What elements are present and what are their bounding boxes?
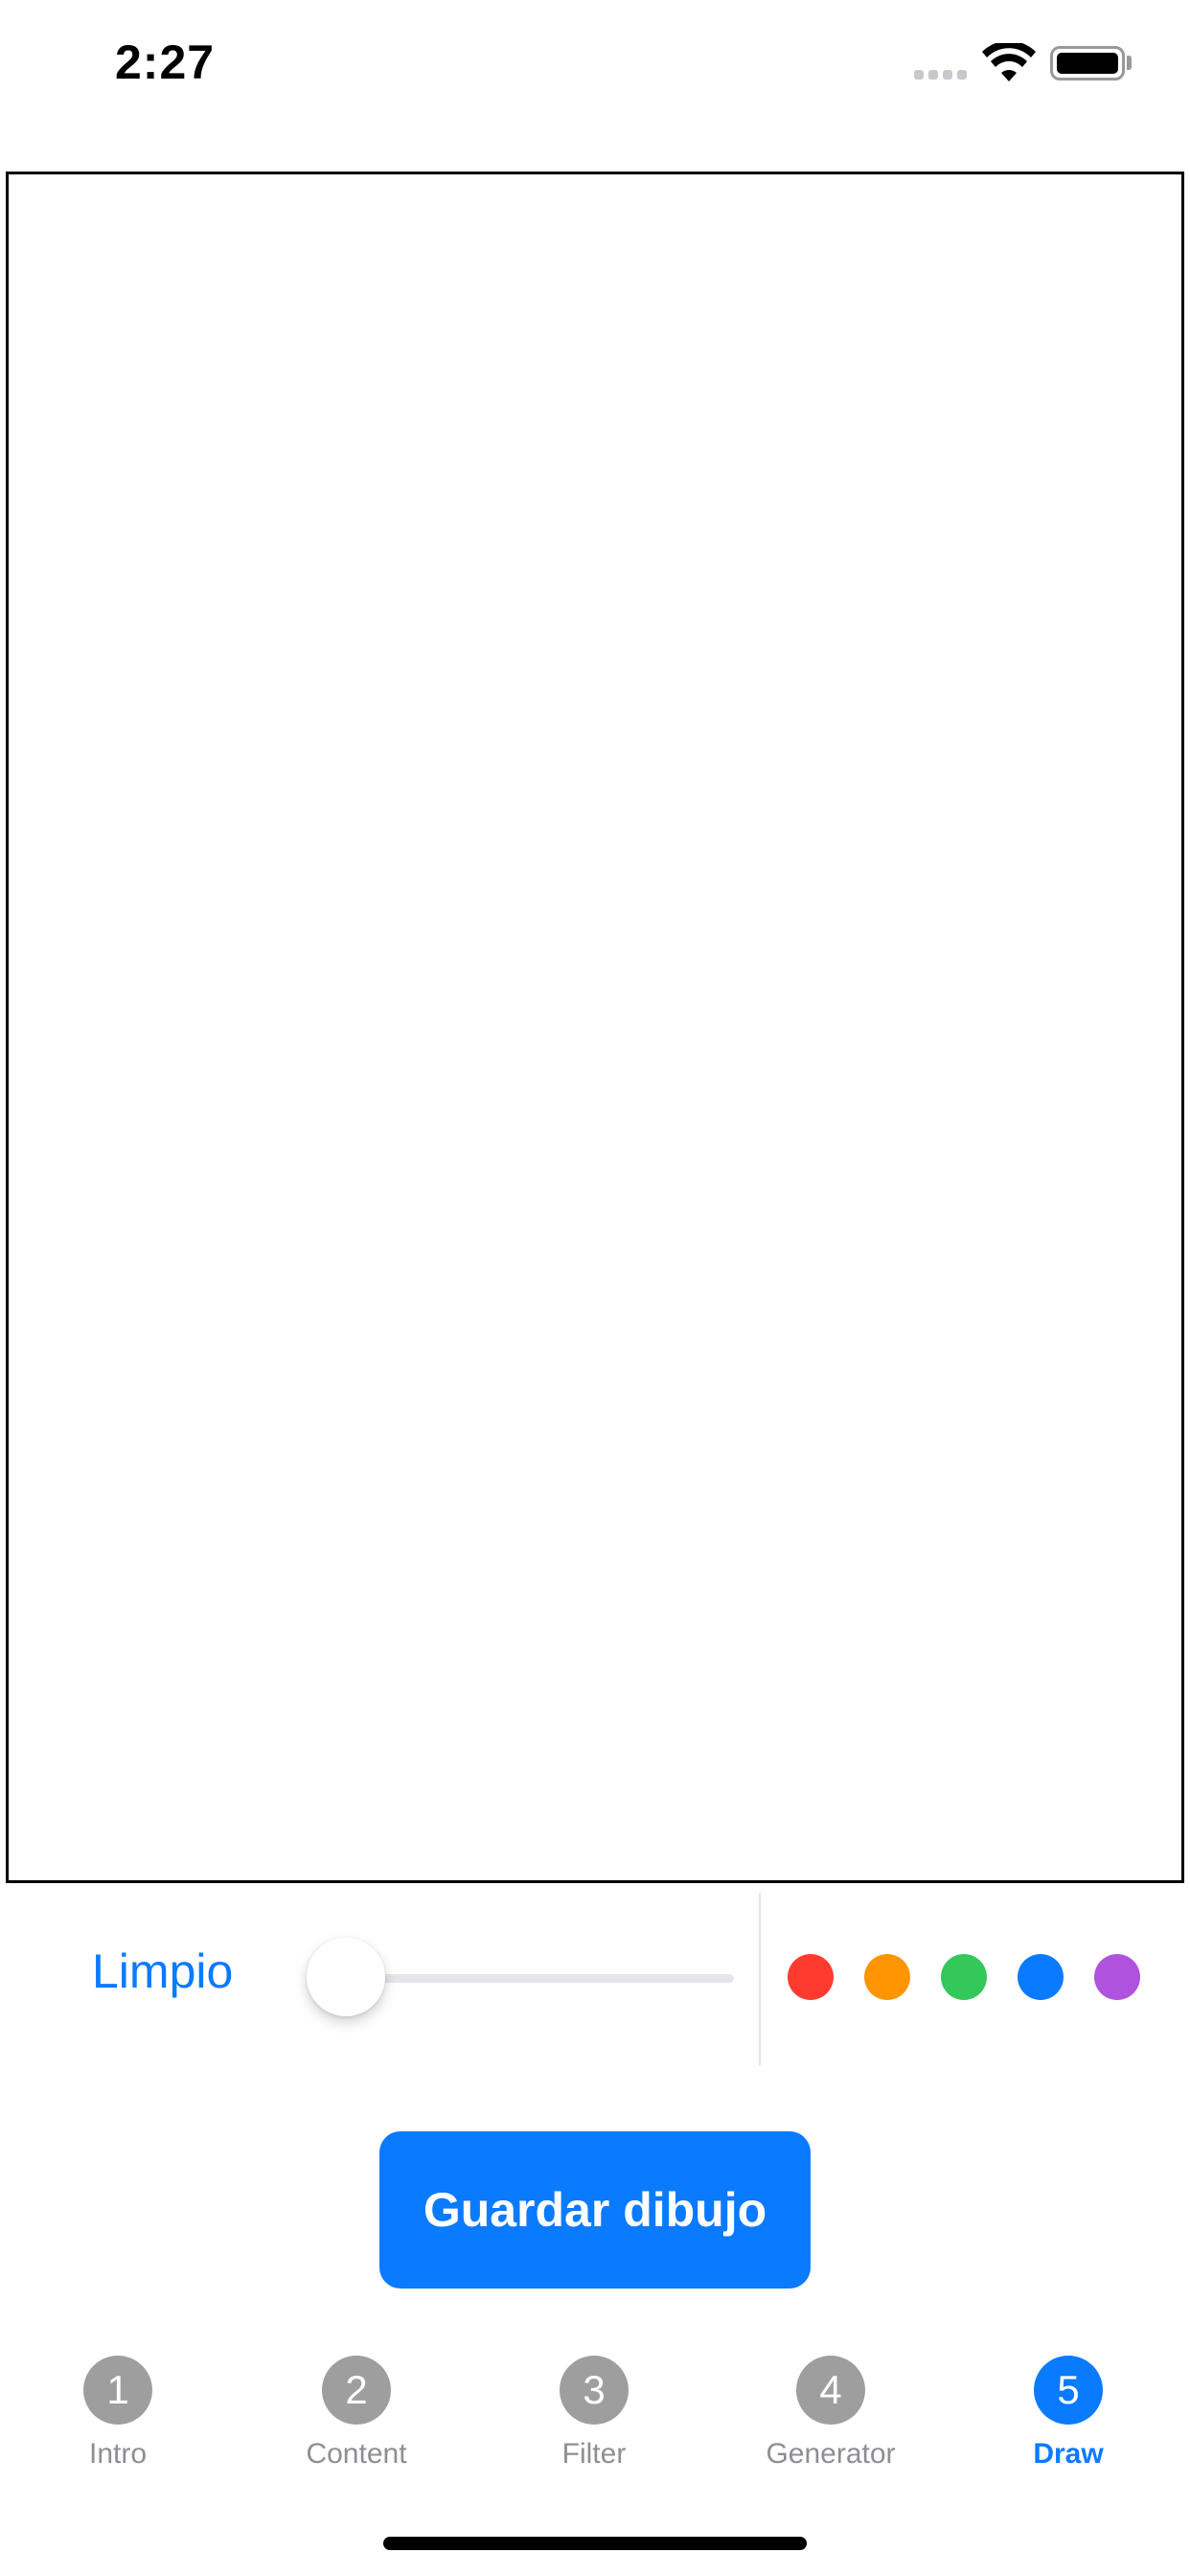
tab-generator-badge: 4 <box>796 2356 865 2425</box>
tab-filter[interactable]: 3 Filter <box>479 2356 709 2471</box>
tab-intro[interactable]: 1 Intro <box>3 2356 233 2471</box>
tab-generator[interactable]: 4 Generator <box>716 2356 946 2471</box>
battery-level <box>1057 53 1118 74</box>
tab-content-badge: 2 <box>322 2356 391 2425</box>
color-swatch-red[interactable] <box>788 1954 834 2000</box>
cellular-signal-icon <box>914 70 968 80</box>
tab-draw-badge: 5 <box>1034 2356 1103 2425</box>
tab-filter-badge: 3 <box>560 2356 629 2425</box>
tab-generator-label: Generator <box>766 2438 896 2470</box>
color-swatch-green[interactable] <box>941 1954 987 2000</box>
tab-filter-label: Filter <box>561 2438 627 2470</box>
brush-size-slider-thumb[interactable] <box>307 1938 385 2016</box>
color-swatch-purple[interactable] <box>1094 1954 1140 2000</box>
clear-button[interactable]: Limpio <box>92 1944 233 1999</box>
battery-tip <box>1127 56 1132 70</box>
brush-size-slider-track[interactable] <box>347 1974 734 1983</box>
wifi-icon <box>982 43 1036 81</box>
tab-intro-label: Intro <box>88 2438 148 2470</box>
home-indicator <box>383 2537 807 2550</box>
save-drawing-button[interactable]: Guardar dibujo <box>379 2131 811 2288</box>
status-time: 2:27 <box>115 35 216 89</box>
tab-intro-badge: 1 <box>83 2356 152 2425</box>
tab-draw[interactable]: 5 Draw <box>953 2356 1183 2471</box>
color-swatch-blue[interactable] <box>1018 1954 1064 2000</box>
controls-divider <box>759 1893 761 2065</box>
tab-content-label: Content <box>306 2438 407 2470</box>
battery-icon <box>1050 46 1125 80</box>
color-swatch-orange[interactable] <box>864 1954 910 2000</box>
tab-draw-label: Draw <box>1033 2438 1104 2470</box>
drawing-canvas[interactable] <box>6 172 1184 1883</box>
tab-content[interactable]: 2 Content <box>241 2356 471 2471</box>
